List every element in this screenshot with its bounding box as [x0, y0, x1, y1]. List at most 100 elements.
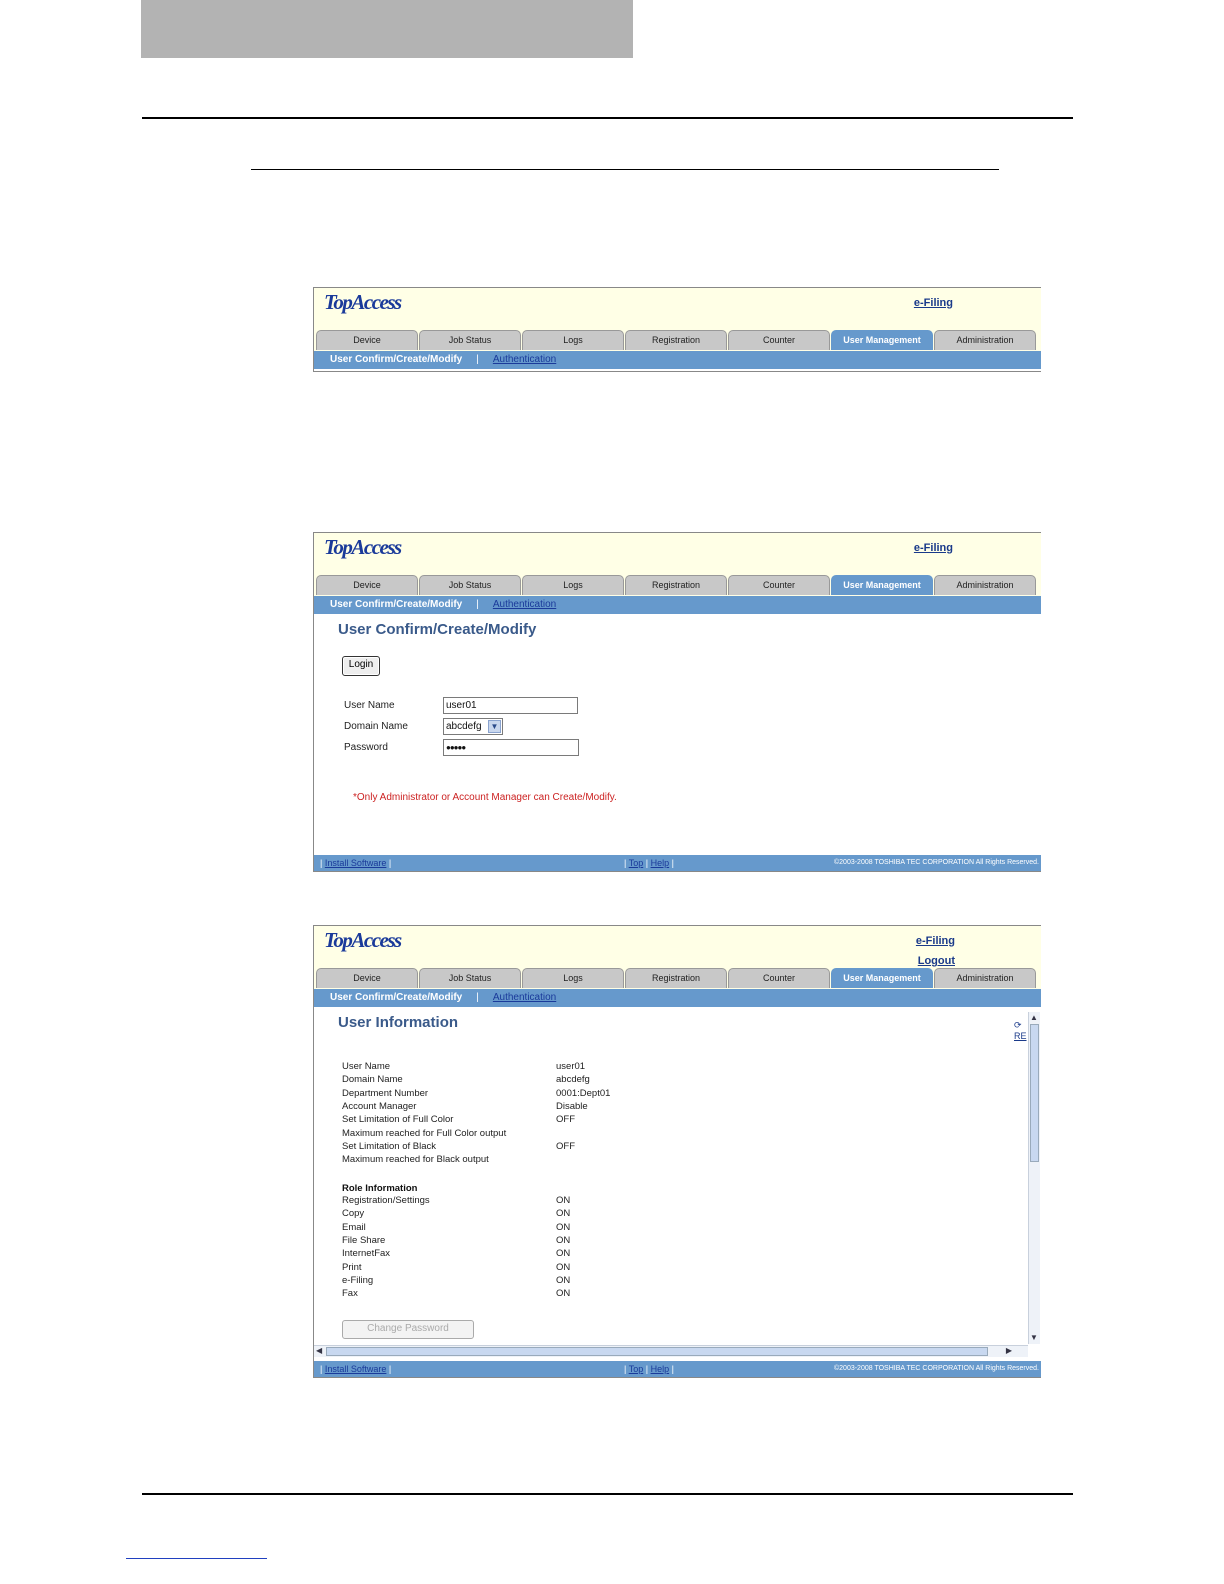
tab-counter[interactable]: Counter — [728, 968, 830, 988]
role-row-label: Copy — [342, 1208, 365, 1220]
role-row-label: e-Filing — [342, 1274, 374, 1286]
tab-user-management[interactable]: User Management — [831, 968, 933, 988]
screenshot-user-info: TopAccess e-Filing Logout Device Job Sta… — [313, 925, 1041, 1378]
info-row-label: Maximum reached for Black output — [342, 1154, 489, 1166]
info-row-label: Maximum reached for Full Color output — [342, 1127, 507, 1139]
scroll-up-icon[interactable]: ▲ — [1030, 1013, 1038, 1023]
info-row-label: Domain Name — [342, 1074, 403, 1086]
tab-logs[interactable]: Logs — [522, 330, 624, 350]
footer-left: | Install Software | — [320, 858, 392, 868]
horizontal-scroll-thumb[interactable] — [326, 1347, 988, 1356]
role-row-label: Fax — [342, 1288, 358, 1300]
role-row-label: File Share — [342, 1234, 386, 1246]
copyright-text: ©2003-2008 TOSHIBA TEC CORPORATION All R… — [834, 859, 1039, 866]
role-row-value: ON — [556, 1248, 571, 1260]
info-row-value: Disable — [556, 1100, 588, 1112]
main-tabs: Device Job Status Logs Registration Coun… — [314, 968, 1041, 989]
refresh-icon[interactable]: ⟳ RE — [1014, 1020, 1027, 1041]
tab-counter[interactable]: Counter — [728, 575, 830, 595]
header-grey-block — [141, 0, 633, 58]
chevron-down-icon[interactable]: ▼ — [488, 720, 501, 733]
topaccess-header: TopAccess e-Filing Logout — [314, 926, 1041, 968]
tab-device[interactable]: Device — [316, 968, 418, 988]
subnav-current[interactable]: User Confirm/Create/Modify — [330, 354, 462, 365]
domain-name-select[interactable]: abcdefg ▼ — [443, 718, 503, 735]
tab-administration[interactable]: Administration — [934, 968, 1036, 988]
tab-counter[interactable]: Counter — [728, 330, 830, 350]
tab-user-management[interactable]: User Management — [831, 575, 933, 595]
help-link[interactable]: Help — [651, 858, 670, 868]
efiling-link[interactable]: e-Filing — [914, 538, 953, 558]
page-footer: | Install Software | | Top | Help | ©200… — [314, 855, 1041, 871]
subnav-current[interactable]: User Confirm/Create/Modify — [330, 599, 462, 610]
topaccess-logo: TopAccess — [324, 535, 402, 559]
install-software-link[interactable]: Install Software — [325, 1364, 387, 1374]
subnav-current[interactable]: User Confirm/Create/Modify — [330, 992, 462, 1003]
subnav-separator: | — [476, 599, 479, 610]
password-input[interactable]: ●●●●● — [443, 739, 579, 756]
topaccess-header: TopAccess e-Filing — [314, 533, 1041, 575]
horizontal-scrollbar[interactable]: ◀ ▶ — [314, 1345, 1028, 1357]
tab-registration[interactable]: Registration — [625, 330, 727, 350]
tab-job-status[interactable]: Job Status — [419, 330, 521, 350]
subnav-separator: | — [476, 992, 479, 1003]
tab-logs[interactable]: Logs — [522, 968, 624, 988]
refresh-label: RE — [1014, 1031, 1027, 1041]
screenshot-login: TopAccess e-Filing Device Job Status Log… — [313, 532, 1041, 872]
login-button[interactable]: Login — [342, 656, 380, 676]
role-row-label: Print — [342, 1261, 362, 1273]
efiling-link[interactable]: e-Filing — [916, 931, 955, 951]
help-link[interactable]: Help — [651, 1364, 670, 1374]
sub-navigation: User Confirm/Create/Modify | Authenticatio… — [314, 351, 1041, 369]
subnav-authentication-link[interactable]: Authentication — [493, 599, 556, 610]
info-row-label: Account Manager — [342, 1100, 417, 1112]
footer-link-underline[interactable] — [126, 1558, 267, 1559]
role-row-label: Registration/Settings — [342, 1195, 430, 1206]
efiling-link[interactable]: e-Filing — [914, 293, 953, 313]
scroll-down-icon[interactable]: ▼ — [1030, 1333, 1038, 1343]
install-software-link[interactable]: Install Software — [325, 858, 387, 868]
top-link[interactable]: Top — [629, 858, 644, 868]
tab-device[interactable]: Device — [316, 330, 418, 350]
vertical-scrollbar[interactable]: ▲ ▼ — [1028, 1012, 1040, 1344]
tab-job-status[interactable]: Job Status — [419, 968, 521, 988]
tab-device[interactable]: Device — [316, 575, 418, 595]
header-links: e-Filing — [914, 538, 953, 558]
subnav-authentication-link[interactable]: Authentication — [493, 354, 556, 365]
permission-note: *Only Administrator or Account Manager c… — [353, 792, 617, 803]
role-row-value: ON — [556, 1195, 571, 1206]
role-row-value: ON — [556, 1221, 571, 1233]
page-footer: | Install Software | | Top | Help | ©200… — [314, 1361, 1041, 1377]
info-row-value: OFF — [556, 1114, 575, 1126]
tab-job-status[interactable]: Job Status — [419, 575, 521, 595]
header-links: e-Filing — [914, 293, 953, 313]
tab-administration[interactable]: Administration — [934, 575, 1036, 595]
scroll-right-icon[interactable]: ▶ — [1006, 1346, 1012, 1356]
domain-name-value: abcdefg — [446, 721, 482, 732]
change-password-button[interactable]: Change Password — [342, 1320, 474, 1339]
top-link[interactable]: Top — [629, 1364, 644, 1374]
info-row-label: Department Number — [342, 1087, 429, 1099]
role-row-value: ON — [556, 1288, 571, 1300]
tab-logs[interactable]: Logs — [522, 575, 624, 595]
info-row-label: Set Limitation of Black — [342, 1140, 436, 1152]
main-tabs: Device Job Status Logs Registration Coun… — [314, 575, 1041, 596]
footer-left: | Install Software | — [320, 1364, 392, 1374]
header-links: e-Filing Logout — [916, 931, 955, 971]
scroll-left-icon[interactable]: ◀ — [316, 1346, 322, 1356]
section-rule — [251, 169, 999, 170]
vertical-scroll-thumb[interactable] — [1030, 1024, 1039, 1162]
main-tabs: Device Job Status Logs Registration Coun… — [314, 330, 1041, 351]
tab-administration[interactable]: Administration — [934, 330, 1036, 350]
user-name-input[interactable]: user01 — [443, 697, 578, 714]
tab-registration[interactable]: Registration — [625, 968, 727, 988]
subnav-authentication-link[interactable]: Authentication — [493, 992, 556, 1003]
footer-middle: | Top | Help | — [624, 1364, 674, 1374]
info-row-value: 0001:Dept01 — [556, 1087, 611, 1099]
tab-user-management[interactable]: User Management — [831, 330, 933, 350]
user-name-label: User Name — [344, 700, 395, 711]
role-row-value: ON — [556, 1274, 571, 1286]
domain-name-label: Domain Name — [344, 721, 408, 732]
tab-registration[interactable]: Registration — [625, 575, 727, 595]
sub-navigation: User Confirm/Create/Modify | Authenticatio… — [314, 596, 1041, 614]
